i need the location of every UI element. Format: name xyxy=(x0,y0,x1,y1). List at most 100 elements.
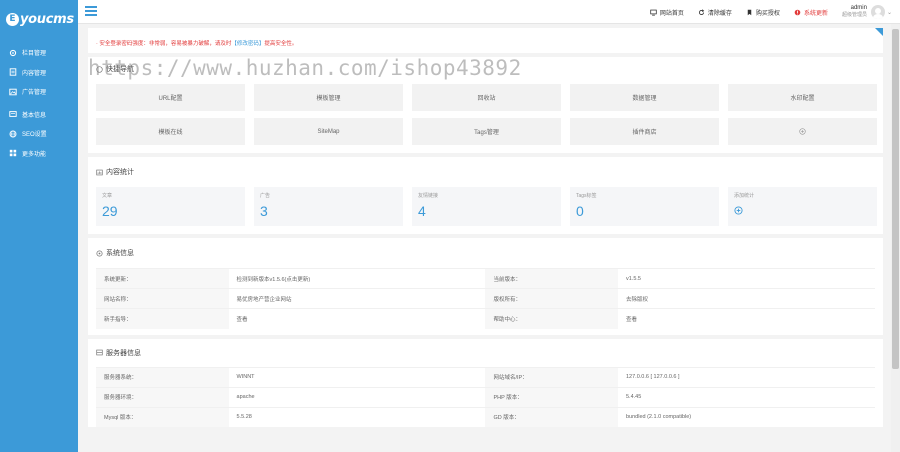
info-key: 当前版本： xyxy=(485,268,618,289)
stat-value: 29 xyxy=(102,203,118,219)
quick-recycle-button[interactable]: 回收站 xyxy=(412,84,561,111)
scrollbar-thumb[interactable] xyxy=(892,29,899,369)
globe-icon xyxy=(9,130,17,138)
sidebar-item-ads[interactable]: 广告管理 xyxy=(0,82,78,102)
info-key: 网站名称： xyxy=(96,288,229,309)
chart-icon xyxy=(96,169,103,175)
plus-circle-icon xyxy=(799,128,806,135)
logo[interactable]: E youcms xyxy=(0,0,78,38)
info-key: GD 版本： xyxy=(485,406,618,427)
clear-cache-link[interactable]: 清除缓存 xyxy=(698,8,732,17)
info-key: 服务器系统： xyxy=(96,366,229,387)
top-links: 网站首页 清除缓存 购买授权 系统更新 admin 超级管理员 ⌄ xyxy=(650,0,900,24)
logo-mark: E xyxy=(6,12,19,26)
watermark-text: https://www.huzhan.com/ishop43892 xyxy=(88,56,522,80)
user-menu[interactable]: admin 超级管理员 ⌄ xyxy=(842,5,892,19)
buy-license-link[interactable]: 购买授权 xyxy=(746,8,780,17)
site-home-link[interactable]: 网站首页 xyxy=(650,8,684,17)
stats-title: 内容统计 xyxy=(106,169,134,176)
stat-ads[interactable]: 广告 3 xyxy=(254,187,403,226)
system-info-table: 系统更新： 检测到新版本v1.5.6(点击更新) 当前版本： v1.5.5 网站… xyxy=(96,268,875,329)
sidebar-item-basic-info[interactable]: 基本信息 xyxy=(0,105,78,125)
quick-watermark-button[interactable]: 水印配置 xyxy=(728,84,877,111)
sidebar-item-category[interactable]: 栏目管理 xyxy=(0,43,78,63)
settings-icon xyxy=(96,249,103,257)
alert-icon xyxy=(794,9,801,15)
corner-marker xyxy=(875,28,883,36)
server-icon xyxy=(96,349,103,356)
quick-plugins-button[interactable]: 插件商店 xyxy=(570,118,719,145)
security-notice: · 安全登录密码强度：非常弱，容易被暴力破解，请及时【修改密码】提高安全性。 xyxy=(88,28,883,53)
sidebar-item-seo[interactable]: SEO设置 xyxy=(0,124,78,144)
table-row: Mysql 版本： 5.5.28 GD 版本： bundled (2.1.0 c… xyxy=(96,406,875,427)
sidebar-item-content[interactable]: 内容管理 xyxy=(0,63,78,83)
topbar: 网站首页 清除缓存 购买授权 系统更新 admin 超级管理员 ⌄ xyxy=(78,0,900,24)
stat-label: 广告 xyxy=(260,193,271,199)
sidebar-item-label: SEO设置 xyxy=(22,132,47,139)
info-key: 服务器环境： xyxy=(96,386,229,407)
update-available-link[interactable]: 检测到新版本v1.5.6(点击更新) xyxy=(228,268,486,289)
quick-template-button[interactable]: 模板管理 xyxy=(254,84,403,111)
info-value: 5.5.28 xyxy=(228,406,486,427)
table-row: 服务器环境： apache PHP 版本： 5.4.45 xyxy=(96,386,875,407)
info-value: bundled (2.1.0 compatible) xyxy=(618,406,875,427)
info-key: 新手指导： xyxy=(96,308,229,329)
info-key: 网站域名/IP： xyxy=(485,366,618,387)
sidebar: E youcms 栏目管理 内容管理 广告管理 基本信息 SEO设置 更多功能 xyxy=(0,0,78,452)
user-role: 超级管理员 xyxy=(841,12,867,18)
table-row: 新手指导： 查看 帮助中心： 查看 xyxy=(96,308,875,329)
menu-toggle-icon[interactable] xyxy=(85,6,97,17)
stat-value: 4 xyxy=(418,203,426,219)
top-link-label: 网站首页 xyxy=(659,10,684,17)
table-row: 网站名称： 易优房地产营企业网站 版权所有： 去除版权 xyxy=(96,288,875,309)
table-row: 系统更新： 检测到新版本v1.5.6(点击更新) 当前版本： v1.5.5 xyxy=(96,268,875,289)
stat-tags[interactable]: Tags标签 0 xyxy=(570,187,719,226)
stats-card: 内容统计 文章 29 广告 3 友情链接 4 Tags标签 0 添加统计 xyxy=(88,157,883,234)
top-link-label: 系统更新 xyxy=(803,10,828,17)
grid-icon xyxy=(9,149,17,157)
help-center-link[interactable]: 查看 xyxy=(618,308,875,329)
quick-data-button[interactable]: 数据管理 xyxy=(570,84,719,111)
chevron-down-icon[interactable]: ⌄ xyxy=(887,9,892,16)
stat-articles[interactable]: 文章 29 xyxy=(96,187,245,226)
plus-circle-icon[interactable] xyxy=(734,206,743,215)
user-name: admin xyxy=(850,5,867,11)
info-value: WINNT xyxy=(228,366,486,387)
gear-icon xyxy=(9,49,17,57)
stat-add[interactable]: 添加统计 xyxy=(728,187,877,226)
sidebar-item-more[interactable]: 更多功能 xyxy=(0,144,78,164)
refresh-icon xyxy=(698,8,705,15)
scrollbar[interactable] xyxy=(891,24,900,452)
info-value: v1.5.5 xyxy=(618,268,875,289)
stat-friend-links[interactable]: 友情链接 4 xyxy=(412,187,561,226)
quick-template-online-button[interactable]: 模板在线 xyxy=(96,118,245,145)
server-info-title: 服务器信息 xyxy=(106,349,141,357)
side-nav: 栏目管理 内容管理 广告管理 基本信息 SEO设置 更多功能 xyxy=(0,38,78,163)
card-icon xyxy=(9,110,17,118)
info-key: PHP 版本： xyxy=(485,386,618,407)
info-key: Mysql 版本： xyxy=(96,406,229,427)
main-content: · 安全登录密码强度：非常弱，容易被暴力破解，请及时【修改密码】提高安全性。 快… xyxy=(88,28,883,427)
info-key: 版权所有： xyxy=(485,288,618,309)
sidebar-item-label: 广告管理 xyxy=(22,90,47,97)
stat-label: 文章 xyxy=(102,193,113,199)
stat-value: 0 xyxy=(576,203,584,219)
stat-value: 3 xyxy=(260,203,268,219)
server-info-card: 服务器信息 服务器系统： WINNT 网站域名/IP： 127.0.0.6 [ … xyxy=(88,338,883,427)
info-value: 易优房地产营企业网站 xyxy=(228,288,486,309)
info-value: apache xyxy=(228,386,486,407)
info-key: 系统更新： xyxy=(96,268,229,289)
quick-tags-button[interactable]: Tags管理 xyxy=(412,118,561,145)
bookmark-icon xyxy=(747,9,752,15)
quick-url-config-button[interactable]: URL配置 xyxy=(96,84,245,111)
avatar[interactable] xyxy=(870,5,885,19)
stats-grid: 文章 29 广告 3 友情链接 4 Tags标签 0 添加统计 xyxy=(96,187,877,234)
quick-sitemap-button[interactable]: SiteMap xyxy=(254,118,403,145)
change-password-link[interactable]: 【修改密码】 xyxy=(231,41,264,47)
remove-copyright-link[interactable]: 去除版权 xyxy=(618,288,875,309)
stat-label: 添加统计 xyxy=(734,193,755,199)
quick-add-button[interactable] xyxy=(728,118,877,145)
guide-link[interactable]: 查看 xyxy=(228,308,486,329)
system-update-link[interactable]: 系统更新 xyxy=(794,8,828,17)
logo-text: youcms xyxy=(20,11,74,27)
